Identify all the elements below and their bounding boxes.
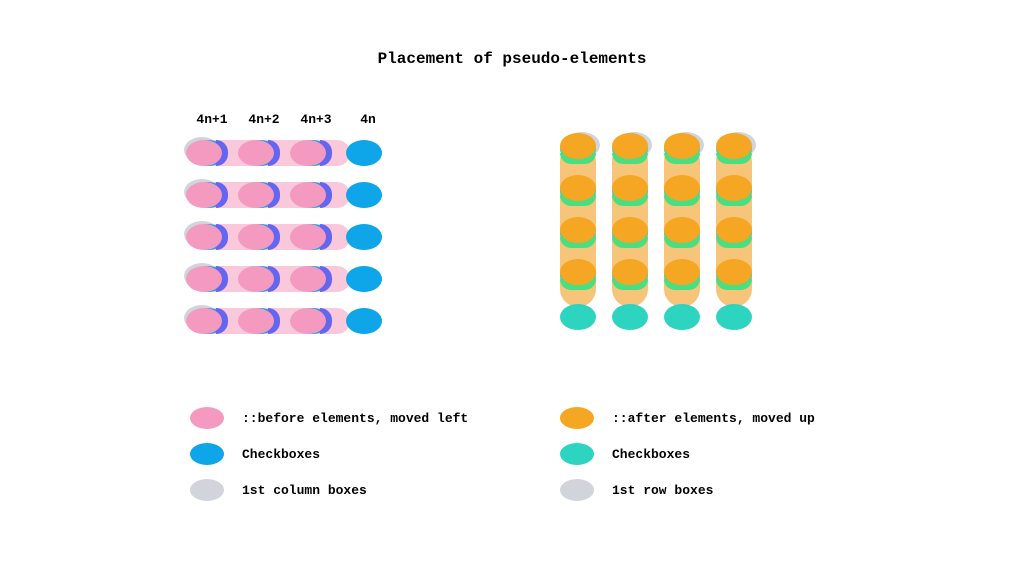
col-header: 4n+1 xyxy=(186,112,238,127)
pill xyxy=(346,224,382,250)
pill xyxy=(716,304,752,330)
pill xyxy=(716,133,752,159)
column-headers: 4n+14n+24n+34n xyxy=(186,112,394,127)
pill xyxy=(238,224,274,250)
left-legend: ::before elements, moved left Checkboxes… xyxy=(190,400,468,508)
pill xyxy=(238,182,274,208)
pill xyxy=(612,259,648,285)
col-header: 4n+2 xyxy=(238,112,290,127)
pill xyxy=(346,182,382,208)
swatch-teal xyxy=(560,443,594,465)
swatch-grey xyxy=(560,479,594,501)
swatch-orange xyxy=(560,407,594,429)
pill xyxy=(664,175,700,201)
pill xyxy=(664,259,700,285)
page-title: Placement of pseudo-elements xyxy=(0,50,1024,68)
pill xyxy=(186,224,222,250)
legend-label: ::after elements, moved up xyxy=(612,411,815,426)
col-header: 4n xyxy=(342,112,394,127)
right-diagram xyxy=(560,136,780,366)
pill xyxy=(290,140,326,166)
pill xyxy=(560,217,596,243)
swatch-pink xyxy=(190,407,224,429)
pill xyxy=(716,175,752,201)
pill xyxy=(346,140,382,166)
pill xyxy=(664,304,700,330)
pill xyxy=(238,140,274,166)
pill xyxy=(238,308,274,334)
pill xyxy=(664,133,700,159)
pill xyxy=(560,304,596,330)
pill xyxy=(346,308,382,334)
pill xyxy=(560,133,596,159)
pill xyxy=(238,266,274,292)
legend-label: Checkboxes xyxy=(612,447,690,462)
pill xyxy=(186,182,222,208)
pill xyxy=(612,304,648,330)
pill xyxy=(612,133,648,159)
pill xyxy=(186,140,222,166)
legend-label: ::before elements, moved left xyxy=(242,411,468,426)
pill xyxy=(560,259,596,285)
pill xyxy=(186,266,222,292)
pill xyxy=(716,259,752,285)
pill xyxy=(612,217,648,243)
pill xyxy=(290,266,326,292)
right-legend: ::after elements, moved up Checkboxes 1s… xyxy=(560,400,815,508)
legend-label: Checkboxes xyxy=(242,447,320,462)
pill xyxy=(186,308,222,334)
pill xyxy=(664,217,700,243)
legend-label: 1st row boxes xyxy=(612,483,713,498)
pill xyxy=(346,266,382,292)
pill xyxy=(290,308,326,334)
swatch-grey xyxy=(190,479,224,501)
legend-label: 1st column boxes xyxy=(242,483,367,498)
left-diagram xyxy=(190,140,410,360)
swatch-blue xyxy=(190,443,224,465)
pill xyxy=(716,217,752,243)
pill xyxy=(290,224,326,250)
pill xyxy=(612,175,648,201)
pill xyxy=(290,182,326,208)
pill xyxy=(560,175,596,201)
col-header: 4n+3 xyxy=(290,112,342,127)
